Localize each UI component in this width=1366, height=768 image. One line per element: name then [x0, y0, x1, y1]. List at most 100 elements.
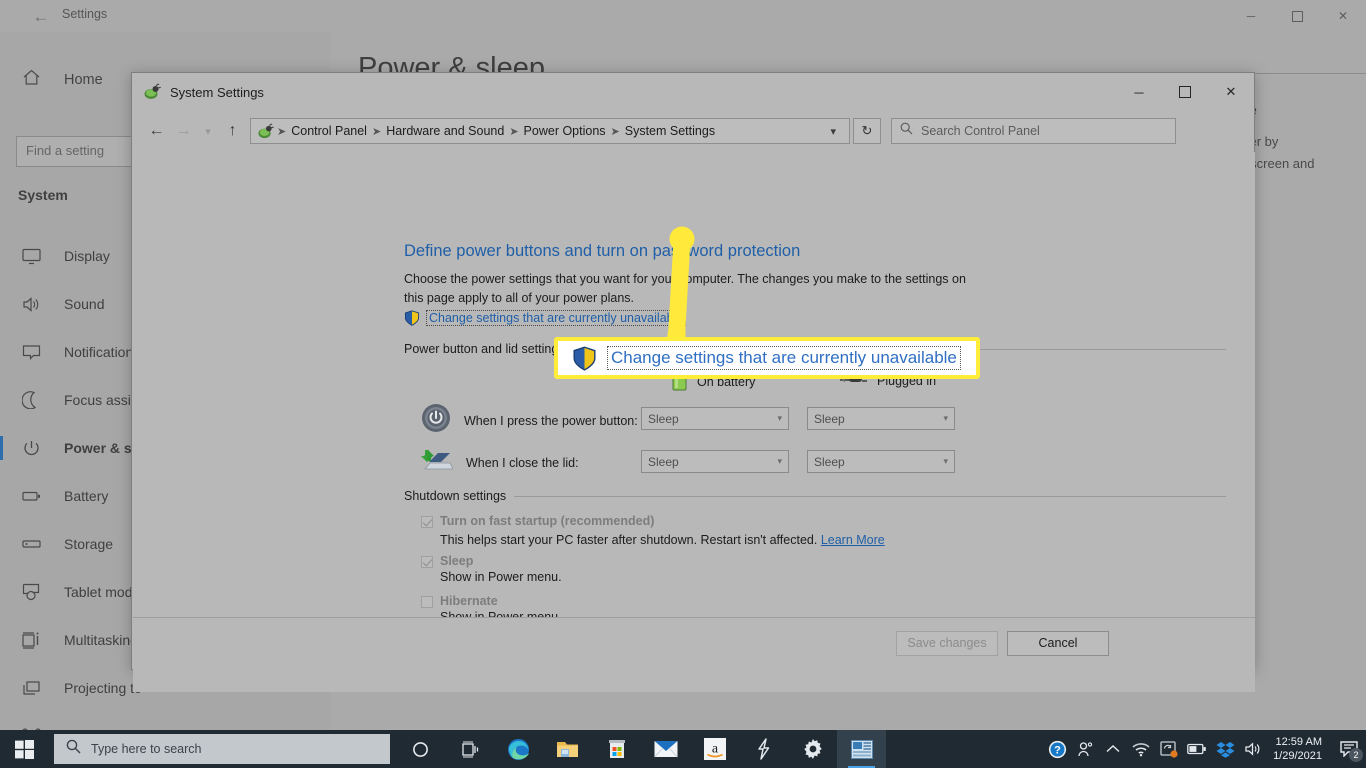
cancel-button[interactable]: Cancel [1007, 630, 1109, 656]
search-control-panel-input[interactable]: Search Control Panel [891, 118, 1176, 144]
volume-icon[interactable] [1239, 730, 1267, 768]
shutdown-section-heading: Shutdown settings [404, 489, 507, 503]
search-icon [900, 122, 913, 140]
people-icon[interactable] [1071, 730, 1099, 768]
breadcrumb[interactable]: ➤ Control Panel ➤ Hardware and Sound ➤ P… [250, 118, 850, 144]
onedrive-sync-icon[interactable] [1155, 730, 1183, 768]
help-icon[interactable]: ? [1043, 730, 1071, 768]
breadcrumb-chevron-down-icon[interactable]: ▾ [823, 125, 843, 138]
power-section-heading: Power button and lid settings [404, 342, 565, 356]
taskbar-clock[interactable]: 12:59 AM 1/29/2021 [1267, 730, 1332, 768]
combo-close-lid-plugged-in[interactable]: Sleep ▾ [807, 450, 955, 473]
checkbox-row-hibernate[interactable]: Hibernate [421, 594, 498, 608]
combo-close-lid-on-battery[interactable]: Sleep ▾ [641, 450, 789, 473]
chevron-down-icon: ▾ [777, 413, 782, 423]
cortana-icon[interactable] [396, 730, 445, 768]
power-options-icon [143, 83, 161, 101]
svg-text:?: ? [1054, 744, 1061, 756]
forward-arrow-icon[interactable]: → [170, 116, 197, 146]
callout-box: Change settings that are currently unava… [554, 337, 980, 379]
speaker-icon [18, 296, 44, 313]
change-settings-unavailable-link[interactable]: Change settings that are currently unava… [426, 310, 687, 326]
shutdown-section-heading-row: Shutdown settings [404, 489, 1226, 503]
amazon-icon[interactable]: a [690, 730, 739, 768]
laptop-lid-icon [421, 446, 454, 479]
sidebar-item-label: Display [64, 248, 110, 264]
combo-power-button-plugged-in[interactable]: Sleep ▾ [807, 407, 955, 430]
task-view-icon[interactable] [445, 730, 494, 768]
dialog-titlebar: System Settings ─ ✕ [132, 73, 1254, 111]
mail-icon[interactable] [641, 730, 690, 768]
edge-icon[interactable] [494, 730, 543, 768]
windows-logo-icon [14, 739, 34, 759]
dialog-close-button[interactable]: ✕ [1208, 73, 1254, 111]
sidebar-item-label: Projecting to [64, 680, 142, 696]
breadcrumb-separator: ➤ [277, 125, 287, 138]
battery-icon [18, 489, 44, 503]
taskbar-pinned-apps: a [396, 730, 886, 768]
breadcrumb-item-hardware-and-sound[interactable]: Hardware and Sound [381, 124, 509, 138]
sidebar-item-label: Storage [64, 536, 114, 552]
show-hidden-icons-icon[interactable] [1099, 730, 1127, 768]
drive-icon [18, 538, 44, 550]
back-arrow-icon[interactable]: ← [30, 6, 52, 28]
start-button[interactable] [0, 730, 48, 768]
refresh-icon[interactable]: ↻ [853, 118, 881, 144]
checkbox-row-sleep[interactable]: Sleep [421, 554, 473, 568]
checkbox-row-fast-startup[interactable]: Turn on fast startup (recommended) [421, 514, 654, 528]
wifi-icon[interactable] [1127, 730, 1155, 768]
combo-value: Sleep [648, 411, 679, 426]
search-placeholder: Search Control Panel [921, 124, 1040, 138]
dialog-minimize-button[interactable]: ─ [1116, 73, 1162, 111]
checkbox-sleep[interactable] [421, 556, 433, 568]
checkbox-hibernate[interactable] [421, 596, 433, 608]
power-button-icon [421, 403, 451, 438]
breadcrumb-item-control-panel[interactable]: Control Panel [286, 124, 372, 138]
close-button[interactable]: ✕ [1320, 0, 1366, 32]
fast-startup-description-text: This helps start your PC faster after sh… [440, 533, 818, 547]
sidebar-item-label: Notifications [64, 344, 141, 360]
combo-value: Sleep [814, 411, 845, 426]
save-changes-button[interactable]: Save changes [896, 630, 998, 656]
maximize-button[interactable] [1274, 0, 1320, 32]
breadcrumb-separator: ➤ [610, 125, 620, 138]
combo-value: Sleep [648, 454, 679, 469]
up-arrow-icon[interactable]: ↑ [219, 116, 246, 146]
action-center-icon[interactable]: 2 [1332, 730, 1366, 768]
notification-count-badge: 2 [1349, 748, 1363, 762]
maximize-icon [1291, 10, 1303, 22]
checkbox-description-fast-startup: This helps start your PC faster after sh… [440, 533, 885, 547]
breadcrumb-separator: ➤ [509, 125, 519, 138]
breadcrumb-item-system-settings[interactable]: System Settings [620, 124, 720, 138]
chevron-down-icon: ▾ [777, 456, 782, 466]
dialog-maximize-button[interactable] [1162, 73, 1208, 111]
microsoft-store-icon[interactable] [592, 730, 641, 768]
chevron-down-icon: ▾ [943, 413, 948, 423]
sidebar-item-label: Sound [64, 296, 105, 312]
sidebar-item-label: Battery [64, 488, 109, 504]
row-label-power-button: When I press the power button: [464, 413, 638, 428]
learn-more-link[interactable]: Learn More [821, 533, 885, 547]
settings-gear-icon[interactable] [788, 730, 837, 768]
back-arrow-icon[interactable]: ← [143, 116, 170, 146]
taskbar-search-input[interactable]: Type here to search [54, 734, 390, 764]
clock-time: 12:59 AM [1275, 736, 1322, 748]
breadcrumb-item-power-options[interactable]: Power Options [519, 124, 611, 138]
battery-icon[interactable] [1183, 730, 1211, 768]
home-icon [18, 68, 44, 92]
minimize-button[interactable]: ─ [1228, 0, 1274, 32]
dropbox-icon[interactable] [1211, 730, 1239, 768]
row-power-button: When I press the power button: [421, 403, 638, 438]
change-settings-unavailable-row[interactable]: Change settings that are currently unava… [404, 310, 687, 326]
checkbox-fast-startup[interactable] [421, 516, 433, 528]
combo-power-button-on-battery[interactable]: Sleep ▾ [641, 407, 789, 430]
recent-locations-chevron-down-icon[interactable]: ▾ [197, 116, 219, 146]
control-panel-icon[interactable] [837, 730, 886, 768]
dialog-body: Define power buttons and turn on passwor… [133, 152, 1255, 692]
sidebar-home-label: Home [64, 72, 103, 88]
dialog-footer: Save changes Cancel [133, 617, 1255, 668]
lightning-icon[interactable] [739, 730, 788, 768]
sidebar-item-label: Multitasking [64, 632, 138, 648]
file-explorer-icon[interactable] [543, 730, 592, 768]
breadcrumb-power-options-icon [257, 122, 274, 140]
